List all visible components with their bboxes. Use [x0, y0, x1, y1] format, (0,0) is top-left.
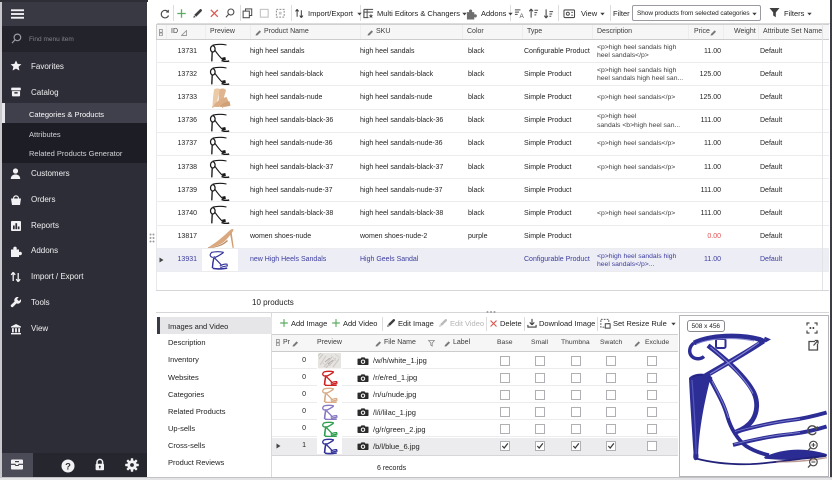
- svg-text:?: ?: [65, 461, 71, 472]
- svg-text:A: A: [520, 13, 525, 19]
